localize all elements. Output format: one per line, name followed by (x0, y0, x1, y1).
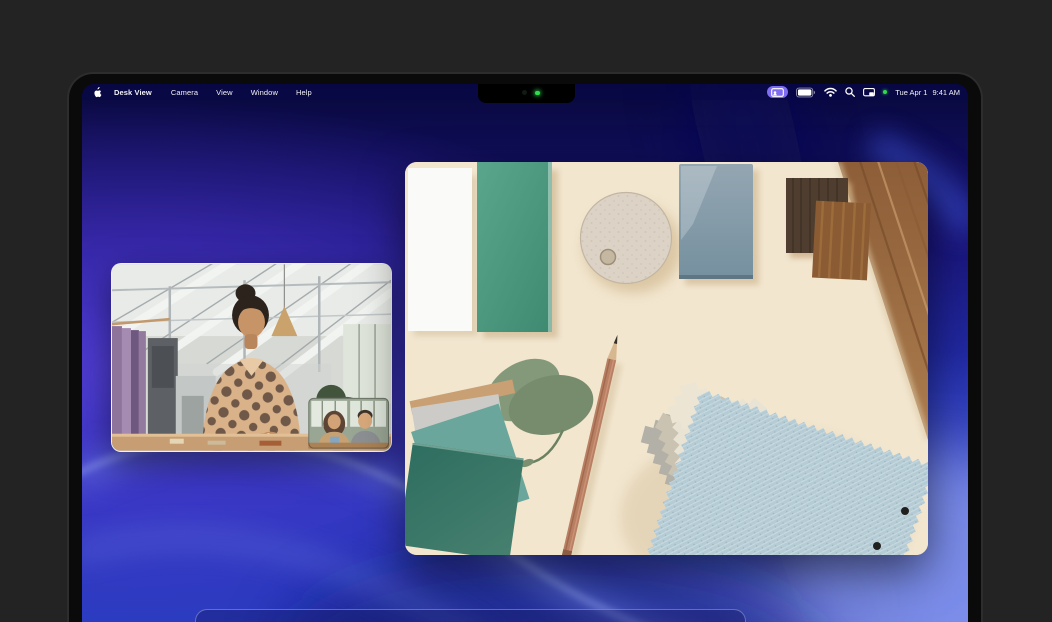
display-notch (478, 84, 575, 103)
desk-view-window[interactable] (405, 162, 928, 555)
facetime-pip[interactable] (308, 398, 389, 449)
menu-view[interactable]: View (207, 88, 242, 97)
bottom-window-edge[interactable] (195, 609, 746, 622)
battery-icon[interactable] (796, 87, 816, 98)
notch-camera (522, 90, 527, 95)
clock-date: Tue Apr 1 (895, 88, 927, 97)
wifi-icon[interactable] (824, 87, 837, 97)
camera-indicator-light (535, 91, 540, 96)
apple-logo-icon (93, 87, 102, 98)
menu-camera[interactable]: Camera (162, 88, 207, 97)
search-icon[interactable] (845, 87, 855, 97)
macbook-body: Desk View Camera View Window Help (67, 72, 983, 622)
camera-in-use-dot (883, 90, 887, 94)
screen-mirroring-icon[interactable] (863, 88, 875, 97)
desk-view-feed (405, 162, 928, 555)
facetime-call-window[interactable] (111, 263, 392, 452)
macbook-screen: Desk View Camera View Window Help (82, 84, 968, 622)
screen-sharing-icon (771, 88, 784, 97)
page-background: Desk View Camera View Window Help (0, 0, 1052, 622)
screen-sharing-indicator[interactable] (767, 86, 788, 98)
facetime-video-feed (112, 264, 391, 451)
menu-help[interactable]: Help (287, 88, 321, 97)
menu-app-name[interactable]: Desk View (108, 88, 162, 97)
menu-bar-clock[interactable]: Tue Apr 1 9:41 AM (895, 88, 960, 97)
menu-window[interactable]: Window (242, 88, 287, 97)
clock-time: 9:41 AM (932, 88, 960, 97)
apple-menu[interactable] (93, 87, 108, 98)
